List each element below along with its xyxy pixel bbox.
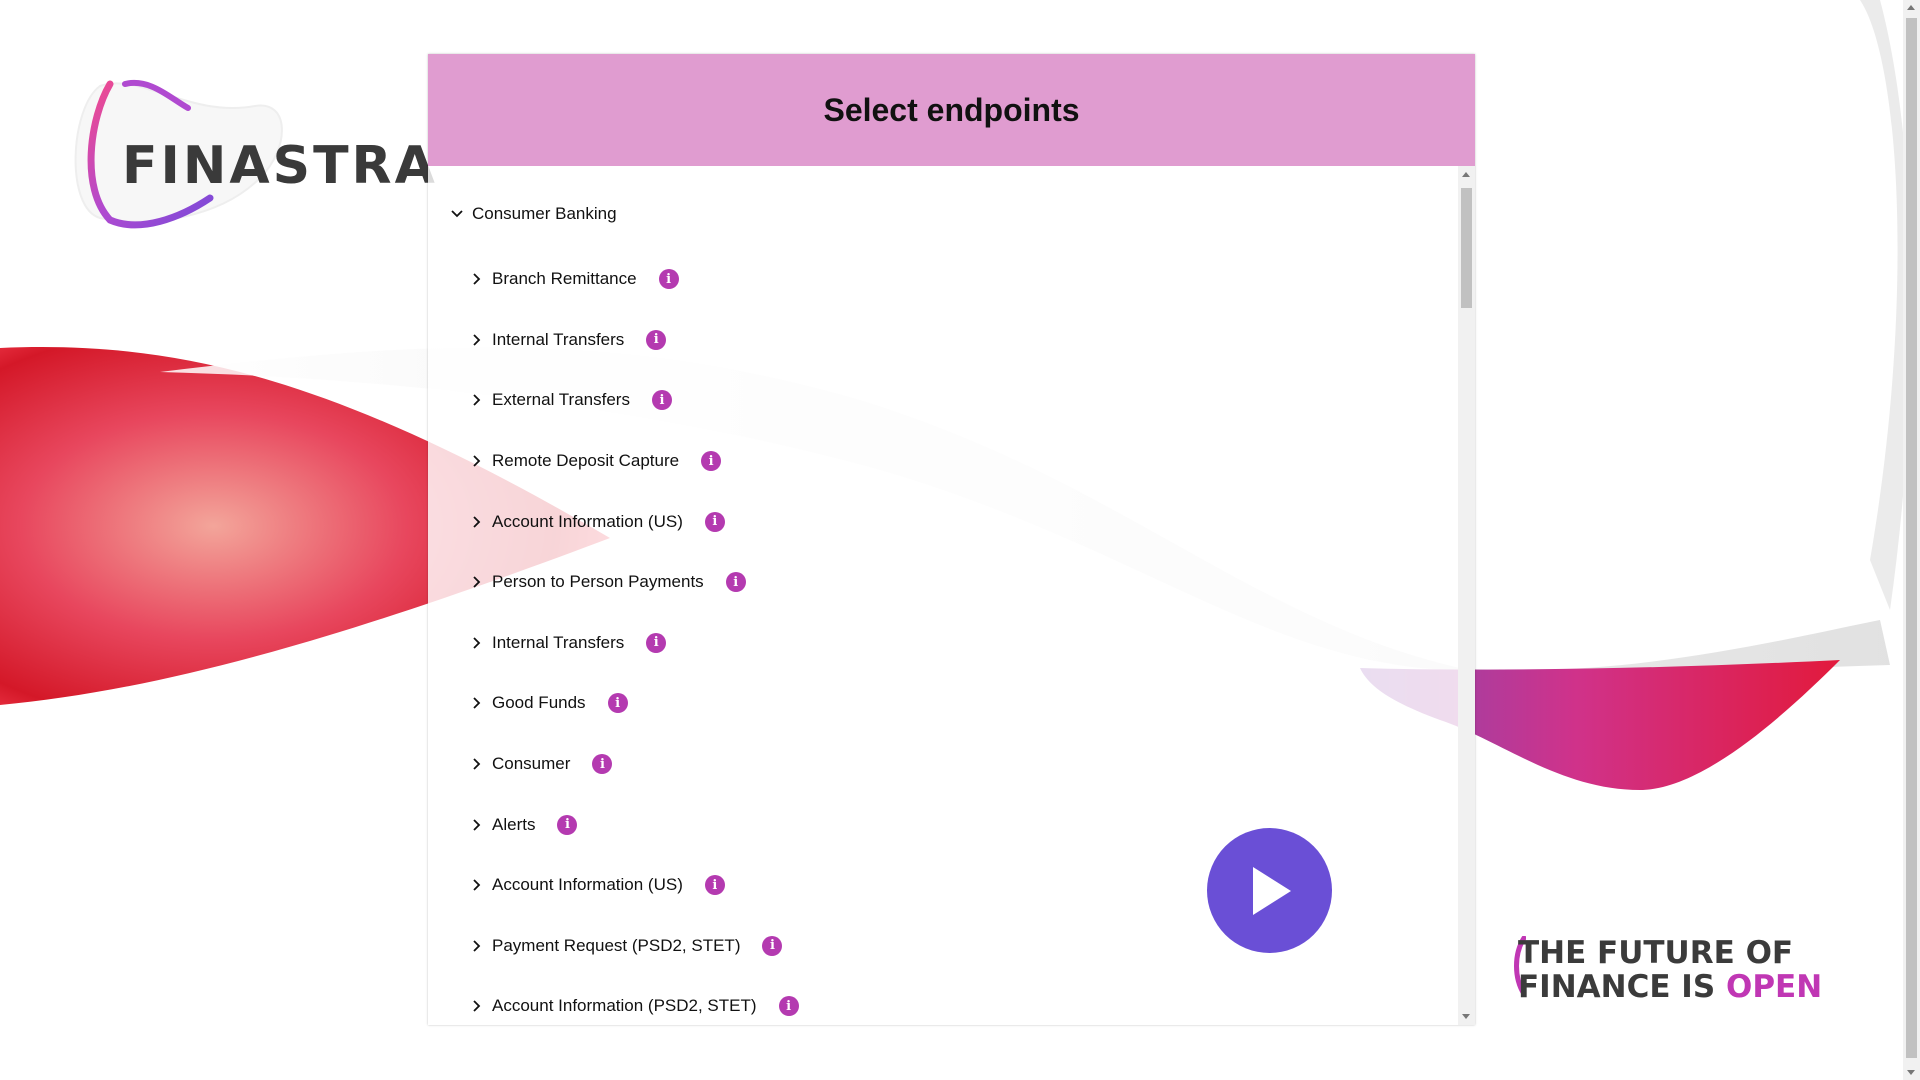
info-icon[interactable]: i: [725, 572, 746, 593]
endpoint-label: Remote Deposit Capture: [492, 451, 680, 471]
chevron-right-icon: [473, 758, 481, 770]
play-button[interactable]: [1207, 828, 1332, 953]
endpoint-list: Branch Remittance i Internal Transfers i…: [468, 249, 799, 1025]
info-icon[interactable]: i: [646, 329, 667, 350]
info-icon[interactable]: i: [704, 875, 725, 896]
chevron-right-icon: [473, 576, 481, 588]
page-scroll-up-arrow-icon[interactable]: [1907, 5, 1915, 10]
info-icon[interactable]: i: [762, 935, 783, 956]
info-icon[interactable]: i: [778, 996, 799, 1017]
endpoint-item[interactable]: Remote Deposit Capture i: [468, 431, 799, 492]
tagline: THE FUTURE OF FINANCE IS OPEN: [1518, 936, 1822, 1004]
scrollbar-thumb[interactable]: [1461, 188, 1472, 308]
info-icon[interactable]: i: [658, 269, 679, 290]
info-icon[interactable]: i: [557, 814, 578, 835]
chevron-right-icon: [473, 334, 481, 346]
category-consumer-banking[interactable]: Consumer Banking: [448, 204, 617, 224]
panel-header: Select endpoints: [428, 54, 1475, 166]
endpoint-item[interactable]: Consumer i: [468, 734, 799, 795]
endpoint-label: Payment Request (PSD2, STET): [492, 935, 741, 955]
endpoint-item[interactable]: Person to Person Payments i: [468, 552, 799, 613]
scroll-up-arrow-icon[interactable]: [1462, 172, 1470, 177]
endpoint-item[interactable]: Branch Remittance i: [468, 249, 799, 310]
endpoint-label: External Transfers: [492, 390, 630, 410]
panel-title: Select endpoints: [823, 91, 1080, 128]
finastra-logo: FINASTRA: [70, 78, 435, 238]
logo-text: FINASTRA: [122, 136, 438, 196]
endpoint-label: Internal Transfers: [492, 632, 625, 652]
tagline-line-1: THE FUTURE OF: [1518, 935, 1794, 971]
chevron-right-icon: [473, 940, 481, 952]
info-icon[interactable]: i: [607, 693, 628, 714]
info-icon[interactable]: i: [704, 511, 725, 532]
chevron-right-icon: [473, 455, 481, 467]
endpoint-label: Consumer: [492, 754, 571, 774]
page-scroll-down-arrow-icon[interactable]: [1907, 1070, 1915, 1075]
tagline-line-2: FINANCE IS OPEN: [1518, 970, 1822, 1004]
chevron-right-icon: [473, 879, 481, 891]
endpoint-label: Account Information (US): [492, 511, 683, 531]
chevron-right-icon: [473, 819, 481, 831]
page-scrollbar-thumb[interactable]: [1906, 18, 1917, 1058]
endpoint-item[interactable]: Internal Transfers i: [468, 310, 799, 371]
endpoint-item[interactable]: Internal Transfers i: [468, 613, 799, 674]
endpoint-item[interactable]: Alerts i: [468, 794, 799, 855]
chevron-right-icon: [473, 516, 481, 528]
chevron-right-icon: [473, 394, 481, 407]
endpoint-item[interactable]: Payment Request (PSD2, STET) i: [468, 916, 799, 977]
endpoint-label: Alerts: [492, 814, 536, 834]
endpoint-item[interactable]: External Transfers i: [468, 370, 799, 431]
endpoint-item[interactable]: Account Information (PSD2, STET) i: [468, 976, 799, 1025]
endpoint-label: Branch Remittance: [492, 269, 637, 289]
endpoint-label: Internal Transfers: [492, 329, 625, 349]
endpoint-item[interactable]: Account Information (US) i: [468, 855, 799, 916]
panel-scrollbar[interactable]: [1458, 166, 1475, 1025]
endpoint-label: Account Information (PSD2, STET): [492, 996, 757, 1016]
chevron-right-icon: [473, 697, 481, 710]
scroll-down-arrow-icon[interactable]: [1462, 1014, 1470, 1019]
chevron-right-icon: [473, 273, 481, 285]
endpoint-label: Person to Person Payments: [492, 572, 704, 592]
endpoint-item[interactable]: Account Information (US) i: [468, 491, 799, 552]
info-icon[interactable]: i: [651, 390, 672, 411]
page-scrollbar[interactable]: [1903, 0, 1920, 1080]
info-icon[interactable]: i: [646, 632, 667, 653]
tagline-line-2-prefix: FINANCE IS: [1518, 969, 1726, 1005]
endpoint-item[interactable]: Good Funds i: [468, 673, 799, 734]
tagline-highlight: OPEN: [1725, 969, 1823, 1005]
play-icon: [1252, 866, 1291, 915]
chevron-right-icon: [473, 1000, 481, 1013]
info-icon[interactable]: i: [701, 451, 722, 472]
info-icon[interactable]: i: [592, 754, 613, 775]
chevron-down-icon: [451, 210, 463, 218]
chevron-right-icon: [473, 637, 481, 649]
endpoint-label: Account Information (US): [492, 875, 683, 895]
category-label: Consumer Banking: [472, 204, 617, 223]
endpoint-label: Good Funds: [492, 693, 586, 713]
